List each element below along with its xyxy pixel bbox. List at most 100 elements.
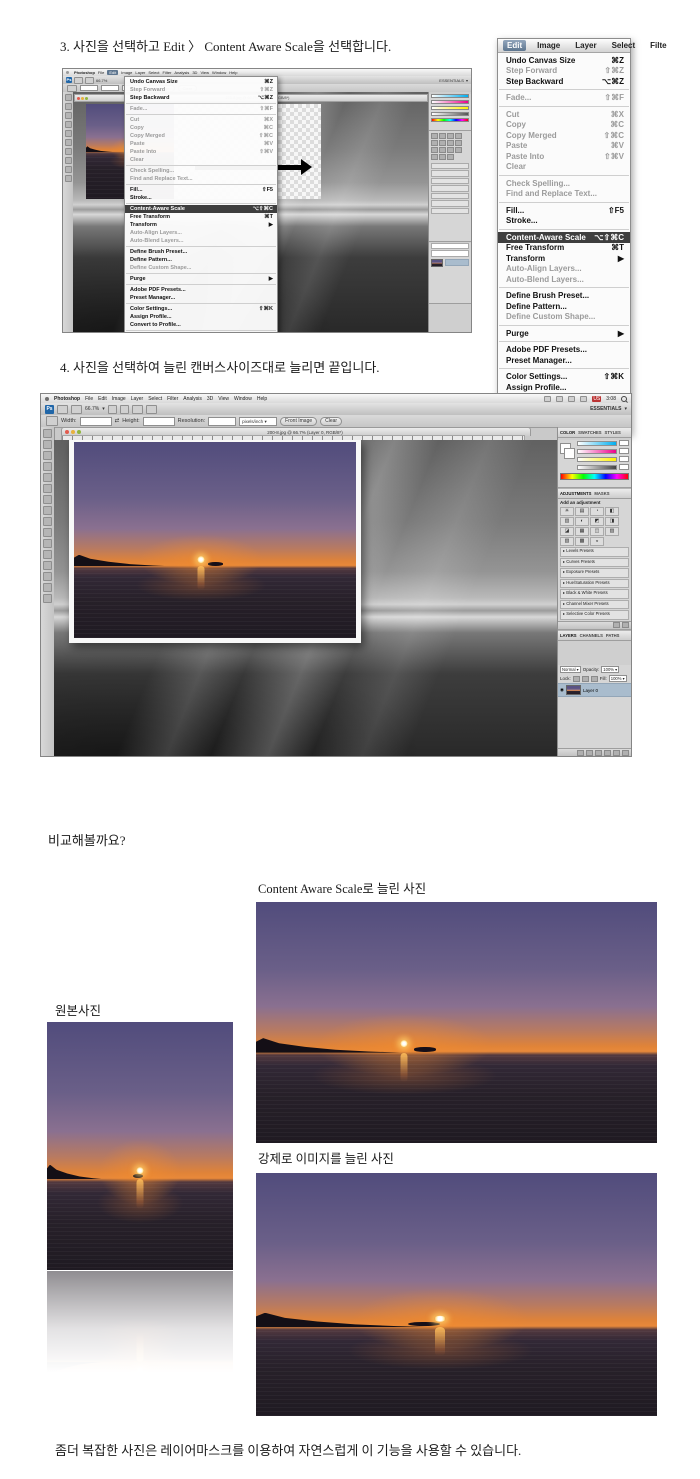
height-input[interactable]: [143, 417, 175, 426]
menu-item-content-aware-scale[interactable]: Content-Aware Scale⌥⇧⌘C: [125, 205, 277, 213]
menu-tab-image[interactable]: Image: [533, 40, 564, 51]
curves-adjustment-icon[interactable]: ◔: [590, 507, 604, 516]
menu-item-undo-canvas-size[interactable]: Undo Canvas Size⌘Z: [125, 78, 277, 86]
clock[interactable]: 3:08: [606, 396, 616, 402]
menu-item-step-backward[interactable]: Step Backward⌥⌘Z: [125, 94, 277, 102]
menubar-item-file[interactable]: File: [98, 70, 104, 75]
menu-item-preset-manager[interactable]: Preset Manager...: [125, 294, 277, 302]
menu-tab-layer[interactable]: Layer: [571, 40, 600, 51]
menu-item-copy[interactable]: Copy⌘C: [498, 120, 630, 131]
swap-dimensions-icon[interactable]: ⇄: [115, 418, 120, 424]
menu-item-define-brush-preset[interactable]: Define Brush Preset...: [125, 248, 277, 256]
color-slider[interactable]: [577, 440, 629, 446]
menu-item-find-and-replace-text[interactable]: Find and Replace Text...: [498, 189, 630, 200]
layer-style-icon[interactable]: [586, 750, 593, 756]
menu-item-check-spelling[interactable]: Check Spelling...: [498, 178, 630, 189]
menubar-item-3d[interactable]: 3D: [207, 396, 213, 402]
black-white-adjustment-icon[interactable]: ◨: [605, 517, 619, 526]
menubar-item-layer[interactable]: Layer: [131, 396, 144, 402]
color-balance-adjustment-icon[interactable]: ◩: [590, 517, 604, 526]
expand-icon[interactable]: [622, 622, 629, 628]
new-layer-icon[interactable]: [613, 750, 620, 756]
workspace-label[interactable]: ESSENTIALS: [590, 406, 621, 412]
menubar-item-analysis[interactable]: Analysis: [183, 396, 202, 402]
menu-item-assign-profile[interactable]: Assign Profile...: [498, 382, 630, 393]
close-icon[interactable]: [77, 97, 80, 100]
menu-item-paste-into[interactable]: Paste Into⇧⌘V: [498, 151, 630, 162]
gradient-map-adjustment-icon[interactable]: ▩: [575, 537, 589, 546]
menu-item-adobe-pdf-presets[interactable]: Adobe PDF Presets...: [125, 286, 277, 294]
menubar-item-photoshop[interactable]: Photoshop: [54, 396, 80, 402]
width-input[interactable]: [80, 417, 112, 426]
menu-item-define-custom-shape[interactable]: Define Custom Shape...: [125, 264, 277, 272]
menubar-item-window[interactable]: Window: [234, 396, 252, 402]
lock-position-icon[interactable]: [591, 676, 598, 682]
adjustment-layer-icon[interactable]: [604, 750, 611, 756]
menubar-item-view[interactable]: View: [218, 396, 229, 402]
delete-layer-icon[interactable]: [622, 750, 629, 756]
option-field[interactable]: [80, 85, 98, 91]
menu-item-free-transform[interactable]: Free Transform⌘T: [125, 213, 277, 221]
arrange-documents-icon[interactable]: [132, 405, 143, 414]
panel-tab-swatches[interactable]: SWATCHES: [578, 430, 601, 435]
close-icon[interactable]: [65, 430, 69, 434]
workspace-label[interactable]: ESSENTIALS: [439, 78, 464, 83]
menu-item-auto-align-layers[interactable]: Auto-Align Layers...: [498, 264, 630, 275]
bridge-icon[interactable]: [57, 405, 68, 414]
background-color-swatch[interactable]: [564, 448, 575, 459]
menu-item-step-forward[interactable]: Step Forward⇧⌘Z: [125, 86, 277, 94]
menu-item-cut[interactable]: Cut⌘X: [498, 109, 630, 120]
menu-item-auto-blend-layers[interactable]: Auto-Blend Layers...: [498, 274, 630, 285]
view-icon[interactable]: [74, 77, 83, 84]
zoom-tool-icon[interactable]: [120, 405, 129, 414]
menu-item-keyboard-shortcuts[interactable]: Keyboard Shortcuts...⌥⇧⌘K: [125, 332, 277, 333]
menu-item-purge[interactable]: Purge▶: [125, 275, 277, 283]
menu-item-cut[interactable]: Cut⌘X: [125, 116, 277, 124]
menu-item-fade[interactable]: Fade...⇧⌘F: [125, 105, 277, 113]
menubar-item-filter[interactable]: Filter: [163, 70, 172, 75]
preset-row-black-white-presets[interactable]: ▸ Black & White Presets: [560, 589, 629, 599]
layers-panel-tabs[interactable]: LAYERSCHANNELSPATHS: [558, 630, 631, 641]
panel-tab-paths[interactable]: PATHS: [606, 633, 620, 638]
menubar-item-file[interactable]: File: [85, 396, 93, 402]
resolution-input[interactable]: [208, 417, 236, 426]
menu-item-define-pattern[interactable]: Define Pattern...: [125, 256, 277, 264]
menu-item-step-forward[interactable]: Step Forward⇧⌘Z: [498, 66, 630, 77]
menu-item-fade[interactable]: Fade...⇧⌘F: [498, 93, 630, 104]
layer-row[interactable]: ◉ Layer 0: [558, 683, 631, 697]
screen-mode-icon[interactable]: [146, 405, 157, 414]
opacity-value[interactable]: 100% ▾: [601, 666, 619, 673]
floating-photo-window[interactable]: [69, 440, 361, 643]
menu-tab-select[interactable]: Select: [608, 40, 640, 51]
photo-filter-adjustment-icon[interactable]: ◪: [560, 527, 574, 536]
menu-item-free-transform[interactable]: Free Transform⌘T: [498, 243, 630, 254]
menubar-item-image[interactable]: Image: [121, 70, 132, 75]
menubar-item-photoshop[interactable]: Photoshop: [74, 70, 95, 75]
menubar-item-analysis[interactable]: Analysis: [174, 70, 189, 75]
minimize-icon[interactable]: [71, 430, 75, 434]
view-extras-icon[interactable]: [71, 405, 82, 414]
menu-item-content-aware-scale[interactable]: Content-Aware Scale⌥⇧⌘C: [498, 232, 630, 243]
menu-item-define-custom-shape[interactable]: Define Custom Shape...: [498, 312, 630, 323]
menubar-item-help[interactable]: Help: [257, 396, 267, 402]
resolution-unit-select[interactable]: pixels/inch ▾: [239, 417, 277, 426]
menu-item-copy[interactable]: Copy⌘C: [125, 124, 277, 132]
preset-row-selective-color-presets[interactable]: ▸ Selective Color Presets: [560, 610, 629, 620]
zoom-level[interactable]: 66.7%: [96, 78, 107, 83]
panel-tab-color[interactable]: COLOR: [560, 430, 575, 435]
lock-pixels-icon[interactable]: [582, 676, 589, 682]
menu-tab-edit[interactable]: Edit: [503, 40, 526, 51]
option-field[interactable]: [101, 85, 119, 91]
menu-item-clear[interactable]: Clear: [125, 156, 277, 164]
panel-tab-masks[interactable]: MASKS: [594, 491, 609, 496]
menu-item-adobe-pdf-presets[interactable]: Adobe PDF Presets...: [498, 345, 630, 356]
menu-item-transform[interactable]: Transform▶: [125, 221, 277, 229]
menu-item-preset-manager[interactable]: Preset Manager...: [498, 355, 630, 366]
menu-item-convert-to-profile[interactable]: Convert to Profile...: [125, 321, 277, 329]
color-slider[interactable]: [577, 448, 629, 454]
selective-color-adjustment-icon[interactable]: ◒: [590, 537, 604, 546]
panel-tab-styles[interactable]: STYLES: [605, 430, 621, 435]
menu-item-assign-profile[interactable]: Assign Profile...: [125, 313, 277, 321]
menu-item-copy-merged[interactable]: Copy Merged⇧⌘C: [498, 130, 630, 141]
threshold-adjustment-icon[interactable]: ▧: [560, 537, 574, 546]
